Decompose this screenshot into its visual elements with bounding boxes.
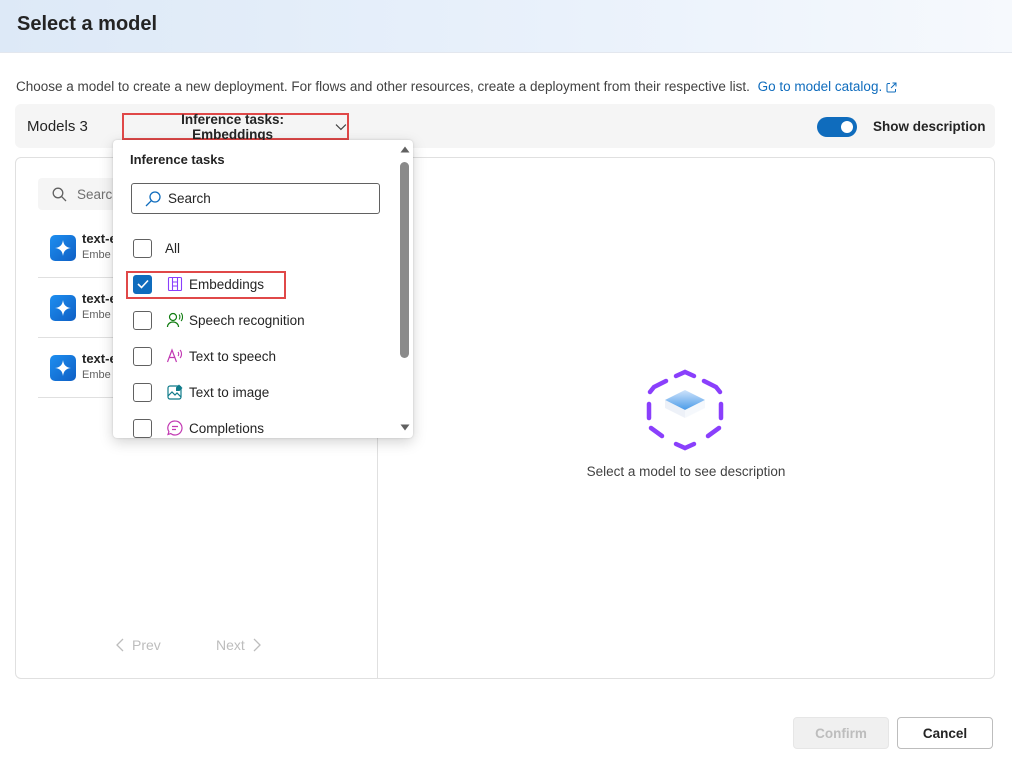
task-option-text-to-image[interactable]: Text to image (133, 381, 269, 403)
model-subtitle: Embe (82, 249, 111, 261)
select-model-placeholder: Select a model to see description (586, 464, 786, 479)
scroll-up-arrow-icon[interactable] (400, 146, 410, 153)
task-search-input[interactable]: Search (131, 183, 380, 214)
task-option-embeddings[interactable]: Embeddings (133, 273, 264, 295)
openai-model-icon (50, 235, 76, 261)
model-name: text-e (82, 351, 117, 366)
confirm-button[interactable]: Confirm (793, 717, 889, 749)
checkbox-checked[interactable] (133, 274, 152, 294)
external-link-icon (886, 82, 897, 93)
show-description-toggle[interactable] (817, 117, 857, 137)
embeddings-icon (166, 275, 184, 293)
checkbox[interactable] (133, 346, 152, 366)
cancel-button[interactable]: Cancel (897, 717, 993, 749)
task-option-completions[interactable]: Completions (133, 417, 264, 438)
chevron-down-icon (335, 123, 347, 130)
empty-state-cube-icon (646, 369, 724, 451)
intro-description: Choose a model to create a new deploymen… (16, 79, 750, 94)
openai-model-icon (50, 355, 76, 381)
model-description-pane: Select a model to see description (378, 158, 994, 678)
model-subtitle: Embe (82, 369, 111, 381)
speech-recognition-icon (166, 311, 184, 329)
prev-page-button[interactable]: Prev (116, 637, 161, 653)
chevron-right-icon (253, 638, 261, 652)
task-option-all[interactable]: All (133, 237, 180, 259)
checkbox[interactable] (133, 238, 152, 258)
models-count-label: Models 3 (27, 118, 88, 135)
chevron-left-icon (116, 638, 124, 652)
openai-model-icon (50, 295, 76, 321)
task-search-placeholder: Search (168, 191, 211, 206)
model-subtitle: Embe (82, 309, 111, 321)
toggle-knob (841, 121, 853, 133)
completions-icon (166, 419, 184, 437)
checkbox[interactable] (133, 382, 152, 402)
inference-tasks-filter-button[interactable]: Inference tasks: Embeddings (122, 111, 349, 142)
dropdown-title: Inference tasks (130, 152, 225, 167)
scrollbar-thumb[interactable] (400, 162, 409, 358)
intro-text: Choose a model to create a new deploymen… (16, 79, 897, 94)
model-name: text-e (82, 291, 117, 306)
text-to-speech-icon (166, 347, 184, 365)
dialog-header: Select a model (0, 0, 1012, 53)
next-page-button[interactable]: Next (216, 637, 261, 653)
filter-label: Inference tasks: Embeddings (181, 111, 284, 142)
checkbox[interactable] (133, 310, 152, 330)
model-catalog-link[interactable]: Go to model catalog. (758, 79, 898, 94)
text-to-image-icon (166, 383, 184, 401)
checkbox[interactable] (133, 418, 152, 438)
task-option-speech-recognition[interactable]: Speech recognition (133, 309, 305, 331)
scroll-down-arrow-icon[interactable] (400, 424, 410, 431)
dialog-title: Select a model (17, 13, 158, 35)
task-option-text-to-speech[interactable]: Text to speech (133, 345, 276, 367)
search-icon (52, 187, 67, 201)
checkmark-icon (136, 279, 149, 289)
search-icon (145, 190, 161, 206)
model-name: text-e (82, 231, 117, 246)
show-description-label: Show description (873, 119, 986, 134)
inference-tasks-dropdown: Inference tasks Search All Embeddings Sp… (113, 140, 413, 438)
